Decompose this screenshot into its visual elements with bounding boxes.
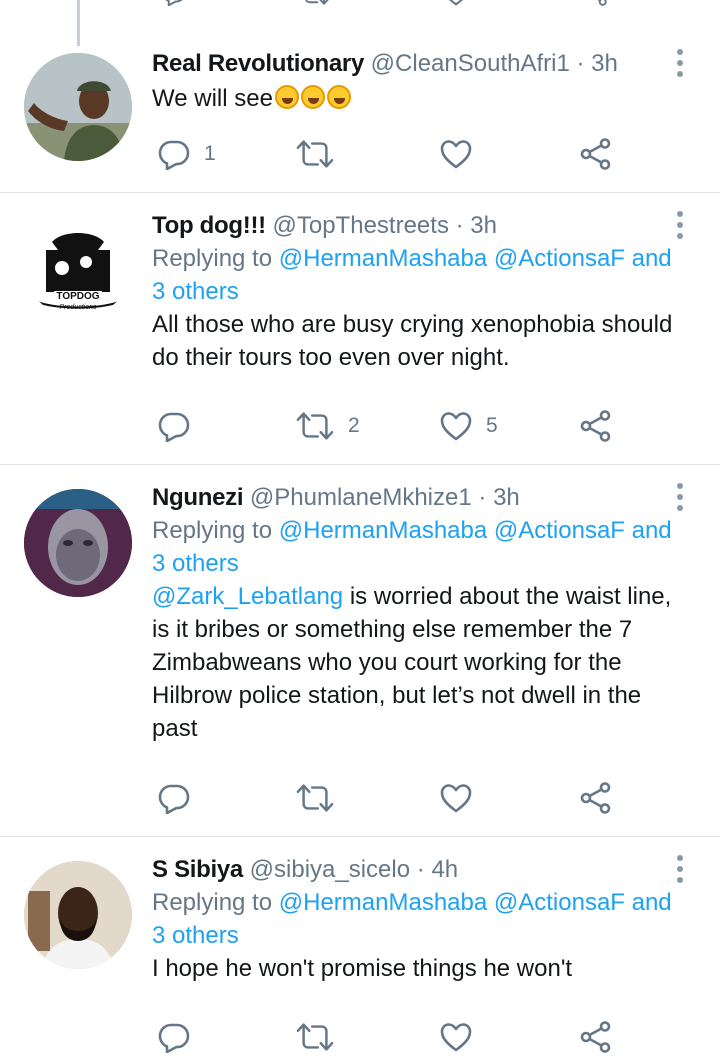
replying-prefix: Replying to (152, 517, 273, 544)
previous-tweet-actions (0, 0, 720, 6)
more-options-icon[interactable] (668, 854, 692, 884)
user-handle[interactable]: @TopThestreets (273, 212, 449, 239)
laughing-emoji-icon (326, 85, 351, 109)
retweet-count: 2 (348, 414, 360, 437)
like-icon (440, 1021, 472, 1053)
like-count: 5 (486, 414, 498, 437)
separator: · (455, 212, 464, 239)
separator: · (478, 484, 487, 511)
timestamp[interactable]: 3h (470, 212, 497, 239)
tweet-actions (152, 1017, 632, 1057)
timestamp[interactable]: 3h (591, 50, 618, 77)
tweet-header: Top dog!!! @TopThestreets · 3h (152, 210, 680, 242)
share-icon (580, 1021, 612, 1053)
more-options-icon[interactable] (668, 210, 692, 240)
reply-icon (158, 1021, 190, 1053)
replying-to: Replying to @HermanMashaba @ActionsaF an… (152, 886, 680, 952)
retweet-icon (296, 1021, 334, 1053)
retweet-button[interactable]: 2 (296, 406, 360, 446)
replying-to: Replying to @HermanMashaba @ActionsaF an… (152, 514, 680, 580)
tweet-text-body: We will see (152, 85, 273, 112)
reply-count: 1 (204, 142, 216, 165)
avatar[interactable]: TOPDOG Productions (24, 210, 132, 318)
share-icon (580, 138, 612, 170)
reply-icon (158, 410, 190, 442)
like-icon (440, 782, 472, 814)
more-options-icon[interactable] (668, 482, 692, 512)
tweet-header: Real Revolutionary @CleanSouthAfri1 · 3h (152, 48, 680, 80)
mention-link[interactable]: @Zark_Lebatlang (152, 583, 343, 610)
tweet-text: @Zark_Lebatlang is worried about the wai… (152, 580, 680, 745)
avatar-logo-text: TOPDOG (56, 291, 99, 302)
like-icon[interactable] (440, 0, 472, 6)
tweet-actions: 2 5 (152, 406, 632, 446)
like-button[interactable]: 5 (440, 406, 498, 446)
replying-prefix: Replying to (152, 245, 273, 272)
timestamp[interactable]: 4h (431, 856, 458, 883)
display-name[interactable]: Real Revolutionary (152, 50, 364, 77)
tweet-actions (152, 778, 632, 818)
tweet[interactable]: Ngunezi @PhumlaneMkhize1 · 3h Replying t… (0, 465, 720, 837)
retweet-button[interactable] (296, 134, 334, 174)
like-button[interactable] (440, 134, 472, 174)
display-name[interactable]: S Sibiya (152, 856, 243, 883)
share-button[interactable] (580, 406, 612, 446)
share-icon[interactable] (580, 0, 612, 6)
retweet-icon[interactable] (296, 0, 334, 6)
retweet-icon (296, 782, 334, 814)
avatar[interactable] (24, 53, 132, 161)
reply-icon (158, 782, 190, 814)
like-button[interactable] (440, 778, 472, 818)
like-icon (440, 138, 472, 170)
share-button[interactable] (580, 134, 612, 174)
more-options-icon[interactable] (668, 48, 692, 78)
tweet-header: Ngunezi @PhumlaneMkhize1 · 3h (152, 482, 680, 514)
separator: · (576, 50, 585, 77)
tweet-actions: 1 (152, 134, 632, 174)
tweet-header: S Sibiya @sibiya_sicelo · 4h (152, 854, 680, 886)
like-button[interactable] (440, 1017, 472, 1057)
user-handle[interactable]: @sibiya_sicelo (250, 856, 410, 883)
avatar-logo-subtext: Productions (60, 304, 97, 311)
tweet-text: We will see (152, 82, 680, 115)
separator: · (416, 856, 425, 883)
display-name[interactable]: Top dog!!! (152, 212, 266, 239)
reply-button[interactable] (158, 1017, 190, 1057)
retweet-icon (296, 138, 334, 170)
tweet-text: All those who are busy crying xenophobia… (152, 311, 673, 371)
display-name[interactable]: Ngunezi (152, 484, 244, 511)
timestamp[interactable]: 3h (493, 484, 520, 511)
share-icon (580, 410, 612, 442)
share-icon (580, 782, 612, 814)
tweet[interactable]: S Sibiya @sibiya_sicelo · 4h Replying to… (0, 837, 720, 1032)
reply-icon[interactable] (158, 0, 190, 6)
avatar[interactable] (24, 489, 132, 597)
avatar[interactable] (24, 861, 132, 969)
user-handle[interactable]: @CleanSouthAfri1 (371, 50, 570, 77)
share-button[interactable] (580, 778, 612, 818)
reply-button[interactable] (158, 778, 190, 818)
tweet[interactable]: TOPDOG Productions Top dog!!! @TopThestr… (0, 193, 720, 465)
replying-prefix: Replying to (152, 889, 273, 916)
retweet-button[interactable] (296, 778, 334, 818)
replying-to: Replying to @HermanMashaba @ActionsaF an… (152, 242, 680, 308)
reply-icon (158, 138, 190, 170)
like-icon (440, 410, 472, 442)
reply-button[interactable]: 1 (158, 134, 216, 174)
tweet-text: I hope he won't promise things he won't (152, 955, 573, 982)
share-button[interactable] (580, 1017, 612, 1057)
user-handle[interactable]: @PhumlaneMkhize1 (250, 484, 472, 511)
laughing-emoji-icon (274, 85, 299, 109)
retweet-button[interactable] (296, 1017, 334, 1057)
reply-button[interactable] (158, 406, 190, 446)
tweet[interactable]: Real Revolutionary @CleanSouthAfri1 · 3h… (0, 36, 720, 193)
laughing-emoji-icon (300, 85, 325, 109)
retweet-icon (296, 410, 334, 442)
